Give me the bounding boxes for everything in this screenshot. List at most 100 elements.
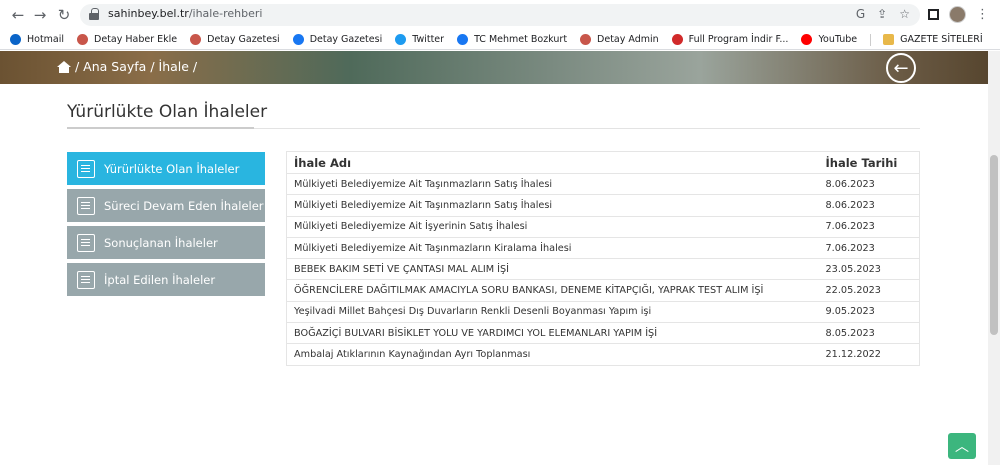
breadcrumb: / Ana Sayfa / İhale /	[57, 59, 197, 74]
profile-avatar[interactable]	[949, 6, 966, 23]
bookmark-item[interactable]: Detay Haber Ekle	[77, 34, 177, 45]
facebook-icon	[292, 34, 304, 45]
scroll-thumb[interactable]	[990, 155, 998, 335]
document-list-icon	[77, 196, 95, 215]
bookmark-item[interactable]: GAZETE SİTELERİ	[883, 34, 983, 45]
tender-name-cell[interactable]: Mülkiyeti Belediyemize Ait Taşınmazların…	[286, 194, 819, 217]
sidebar-item[interactable]: Sonuçlanan İhaleler	[67, 226, 265, 259]
bookmark-item[interactable]: Detay Admin	[580, 34, 659, 45]
tender-name-cell[interactable]: BEBEK BAKIM SETİ VE ÇANTASI MAL ALIM İŞİ	[286, 258, 819, 281]
bookmark-label: Detay Gazetesi	[207, 34, 280, 45]
bookmark-label: Full Program İndir F...	[688, 34, 789, 45]
google-icon[interactable]: G	[856, 7, 865, 21]
back-circle-icon[interactable]: ←	[886, 53, 916, 83]
sidebar-item-label: İptal Edilen İhaleler	[104, 272, 216, 287]
table-row[interactable]: Yeşilvadi Millet Bahçesi Dış Duvarların …	[286, 301, 920, 324]
page-banner: / Ana Sayfa / İhale / ←	[0, 51, 1000, 84]
bookmarks-bar: Hotmail Detay Haber Ekle Detay Gazetesi Det…	[0, 30, 1000, 50]
bookmark-separator	[870, 33, 872, 46]
tender-name-cell[interactable]: ÖĞRENCİLERE DAĞITILMAK AMACIYLA SORU BAN…	[286, 279, 819, 302]
sidebar-item-label: Yürürlükte Olan İhaleler	[104, 161, 240, 176]
sidebar-item-label: Sonuçlanan İhaleler	[104, 235, 218, 250]
sidebar-item[interactable]: Yürürlükte Olan İhaleler	[67, 152, 265, 185]
share-icon[interactable]: ⇪	[877, 7, 887, 21]
bookmark-item[interactable]: YouTube	[801, 34, 857, 45]
tender-name-cell[interactable]: Yeşilvadi Millet Bahçesi Dış Duvarların …	[286, 301, 819, 324]
bookmark-item[interactable]: Detay Gazetesi	[292, 34, 383, 45]
tender-name-cell[interactable]: Ambalaj Atıklarının Kaynağından Ayrı Top…	[286, 343, 819, 366]
bookmark-label: Detay Haber Ekle	[94, 34, 178, 45]
bookmark-label: TC Mehmet Bozkurt	[474, 34, 568, 45]
table-row[interactable]: Mülkiyeti Belediyemize Ait Taşınmazların…	[286, 194, 920, 217]
breadcrumb-text[interactable]: / Ana Sayfa / İhale /	[75, 59, 197, 74]
scroll-to-top-button[interactable]: ︿	[948, 433, 976, 459]
tender-sidebar: Yürürlükte Olan İhaleler Süreci Devam Ede…	[67, 152, 265, 300]
header-tender-date: İhale Tarihi	[818, 151, 920, 174]
bookmark-label: GAZETE SİTELERİ	[900, 34, 983, 45]
table-row[interactable]: Ambalaj Atıklarının Kaynağından Ayrı Top…	[286, 343, 920, 366]
tender-date-cell: 9.05.2023	[818, 301, 920, 324]
table-row[interactable]: Mülkiyeti Belediyemize Ait Taşınmazların…	[286, 237, 920, 260]
sidebar-item-label: Süreci Devam Eden İhaleler	[104, 198, 264, 213]
bookmark-label: Hotmail	[27, 34, 65, 45]
document-list-icon	[77, 159, 95, 178]
document-list-icon	[77, 270, 95, 289]
site-icon	[580, 34, 592, 45]
bookmark-label: Twitter	[412, 34, 445, 45]
tender-date-cell: 7.06.2023	[818, 237, 920, 260]
site-icon	[190, 34, 202, 45]
tender-date-cell: 7.06.2023	[818, 216, 920, 238]
title-underline	[67, 127, 254, 129]
tender-date-cell: 8.05.2023	[818, 322, 920, 345]
youtube-icon	[801, 34, 813, 45]
back-arrow-icon[interactable]: ←	[8, 5, 28, 25]
tender-name-cell[interactable]: Mülkiyeti Belediyemize Ait Taşınmazların…	[286, 173, 819, 196]
bookmark-item[interactable]: TC Mehmet Bozkurt	[457, 34, 567, 45]
bookmark-item[interactable]: Detay Gazetesi	[190, 34, 280, 45]
bookmark-label: YouTube	[818, 34, 858, 45]
lock-icon	[89, 8, 99, 20]
table-row[interactable]: ÖĞRENCİLERE DAĞITILMAK AMACIYLA SORU BAN…	[286, 279, 920, 302]
home-icon[interactable]	[57, 60, 71, 73]
table-row[interactable]: BOĞAZİÇİ BULVARI BİSİKLET YOLU VE YARDIM…	[286, 322, 920, 345]
page-title: Yürürlükte Olan İhaleler	[67, 102, 268, 122]
browser-toolbar: ← → ↻ sahinbey.bel.tr/ihale-rehberi G ⇪ …	[0, 0, 1000, 30]
table-header-row: İhale Adı İhale Tarihi	[286, 151, 920, 174]
tender-date-cell: 21.12.2022	[818, 343, 920, 366]
menu-dots-icon[interactable]: ⋮	[976, 7, 989, 22]
outlook-icon	[10, 34, 21, 45]
tender-date-cell: 8.06.2023	[818, 194, 920, 217]
sidebar-toggle-icon[interactable]	[928, 9, 939, 20]
tender-name-cell[interactable]: Mülkiyeti Belediyemize Ait Taşınmazların…	[286, 237, 819, 260]
folder-icon	[883, 34, 895, 45]
twitter-icon	[395, 34, 407, 45]
page-scrollbar[interactable]	[988, 51, 1000, 465]
bookmark-item[interactable]: Hotmail	[10, 34, 64, 45]
bookmark-item[interactable]: Full Program İndir F...	[671, 34, 789, 45]
address-bar[interactable]: sahinbey.bel.tr/ihale-rehberi G ⇪ ☆	[80, 4, 920, 26]
tender-date-cell: 8.06.2023	[818, 173, 920, 196]
sidebar-item[interactable]: Süreci Devam Eden İhaleler	[67, 189, 265, 222]
table-row[interactable]: Mülkiyeti Belediyemize Ait İşyerinin Sat…	[286, 216, 920, 238]
sidebar-item[interactable]: İptal Edilen İhaleler	[67, 263, 265, 296]
site-icon	[77, 34, 89, 45]
bookmark-label: Detay Gazetesi	[309, 34, 383, 45]
bookmark-item[interactable]: Twitter	[395, 34, 444, 45]
site-icon	[671, 34, 683, 45]
tender-date-cell: 23.05.2023	[818, 258, 920, 281]
header-tender-name: İhale Adı	[286, 151, 819, 174]
forward-arrow-icon[interactable]: →	[30, 5, 50, 25]
tender-name-cell[interactable]: BOĞAZİÇİ BULVARI BİSİKLET YOLU VE YARDIM…	[286, 322, 819, 345]
chevron-up-icon: ︿	[955, 439, 969, 455]
reload-icon[interactable]: ↻	[54, 5, 74, 25]
tender-name-cell[interactable]: Mülkiyeti Belediyemize Ait İşyerinin Sat…	[286, 216, 819, 238]
tender-table: İhale Adı İhale Tarihi Mülkiyeti Belediy…	[286, 151, 920, 366]
table-row[interactable]: Mülkiyeti Belediyemize Ait Taşınmazların…	[286, 173, 920, 196]
table-row[interactable]: BEBEK BAKIM SETİ VE ÇANTASI MAL ALIM İŞİ…	[286, 258, 920, 281]
url-text: sahinbey.bel.tr/ihale-rehberi	[108, 7, 263, 20]
document-list-icon	[77, 233, 95, 252]
bookmark-label: Detay Admin	[597, 34, 659, 45]
star-icon[interactable]: ☆	[899, 7, 910, 21]
tender-date-cell: 22.05.2023	[818, 279, 920, 302]
facebook-icon	[457, 34, 469, 45]
